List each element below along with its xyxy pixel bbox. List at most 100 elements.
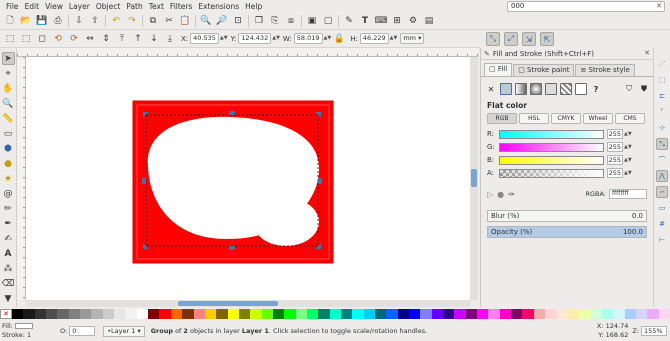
swatch-icon[interactable] [575, 83, 587, 95]
paste-icon[interactable]: 📋 [178, 14, 192, 28]
palette-swatch[interactable] [533, 309, 546, 319]
channel-r-spinner[interactable]: ▲▼ [624, 131, 632, 137]
no-paint-icon[interactable]: ✕ [485, 83, 497, 95]
palette-swatch[interactable] [216, 309, 228, 319]
palette-swatch[interactable] [306, 309, 319, 319]
palette-swatch[interactable] [613, 309, 625, 319]
palette-swatch[interactable] [148, 309, 160, 319]
copy-icon[interactable]: ⧉ [146, 14, 160, 28]
zoom-input[interactable]: 155% [641, 326, 667, 336]
clone-icon[interactable]: ⎘ [268, 14, 282, 28]
palette-swatch[interactable] [511, 309, 523, 319]
snap-guide-icon[interactable]: ⊢ [656, 234, 668, 246]
palette-swatch[interactable] [159, 309, 171, 319]
palette-swatch[interactable] [125, 309, 137, 319]
palette-swatch[interactable] [295, 309, 307, 319]
palette-swatch[interactable] [68, 309, 81, 319]
palette-swatch[interactable] [375, 309, 387, 319]
align-icon[interactable]: ⊞ [390, 14, 404, 28]
snap-bbox-corner-icon[interactable]: ⌜ [656, 106, 668, 118]
menu-extensions[interactable]: Extensions [195, 0, 242, 13]
palette-swatch[interactable] [567, 309, 580, 319]
opacity-status-input[interactable]: 0 [69, 326, 96, 336]
snap-enable-icon[interactable]: ⋰ [656, 58, 668, 70]
palette-swatch[interactable] [579, 309, 591, 319]
new-document-icon[interactable]: 🗋 [3, 14, 17, 28]
vertical-scrollbar[interactable] [470, 57, 478, 300]
palette-swatch[interactable] [80, 309, 92, 319]
palette-swatch[interactable] [545, 309, 557, 319]
menu-path[interactable]: Path [123, 0, 145, 13]
snap-bbox-edge-icon[interactable]: ⊏ [656, 90, 668, 102]
snap-nodes-icon[interactable]: ⤡ [656, 138, 668, 150]
blur-slider[interactable]: Blur (%) 0.0 [487, 210, 647, 222]
palette-swatch[interactable] [431, 309, 444, 319]
zoom-page-icon[interactable]: ⊡ [231, 14, 245, 28]
scale-stroke-icon[interactable]: ⤡ [486, 32, 500, 46]
menu-edit[interactable]: Edit [22, 0, 43, 13]
palette-swatch[interactable] [443, 309, 455, 319]
flat-color-icon[interactable] [500, 83, 512, 95]
palette-swatch[interactable] [488, 309, 500, 319]
bucket-tool-icon[interactable]: ▼ [2, 292, 15, 305]
opacity-slider[interactable]: Opacity (%) 100.0 [487, 226, 647, 238]
channel-a-slider[interactable] [499, 168, 604, 178]
zoom-drawing-icon[interactable]: 🔎 [215, 14, 229, 28]
flip-horizontal-icon[interactable]: ⇔ [83, 32, 97, 46]
palette-none-swatch[interactable]: ✕ [0, 309, 12, 319]
palette-swatch[interactable] [204, 309, 217, 319]
palette-swatch[interactable] [499, 309, 512, 319]
palette-swatch[interactable] [136, 309, 149, 319]
rotate-cw-icon[interactable]: ⟳ [67, 32, 81, 46]
channel-a-input[interactable]: 255 [607, 168, 623, 178]
mode-wheel[interactable]: Wheel [583, 113, 613, 124]
y-input[interactable]: 124.432 [238, 33, 272, 44]
palette-swatch[interactable] [284, 309, 296, 319]
pen-tool-icon[interactable]: ✒ [2, 217, 15, 230]
handle-bottom[interactable] [229, 246, 235, 250]
channel-a-spinner[interactable]: ▲▼ [624, 170, 632, 176]
palette-swatch[interactable] [57, 309, 69, 319]
palette-swatch[interactable] [91, 309, 103, 319]
search-input[interactable]: 000 ✕ [507, 1, 665, 12]
menu-layer[interactable]: Layer [66, 0, 93, 13]
duplicate-icon[interactable]: ❐ [252, 14, 266, 28]
raise-top-icon[interactable]: ⤒ [115, 32, 129, 46]
mode-cms[interactable]: CMS [615, 113, 645, 124]
palette-swatch[interactable] [635, 309, 648, 319]
fill-rule-nonzero-icon[interactable]: ⛊ [638, 83, 650, 95]
palette-swatch[interactable] [409, 309, 421, 319]
stroke-width[interactable]: 1 [27, 331, 31, 339]
palette-swatch[interactable] [193, 309, 205, 319]
zoom-selection-icon[interactable]: 🔍 [199, 14, 213, 28]
zoom-tool-icon[interactable]: 🔍 [2, 97, 15, 110]
palette-swatch[interactable] [46, 309, 58, 319]
fill-swatch[interactable] [14, 323, 33, 329]
h-spinner[interactable]: ▲▼ [390, 36, 398, 41]
eraser-tool-icon[interactable]: ⌫ [2, 277, 15, 290]
palette-swatch[interactable] [477, 309, 489, 319]
print-icon[interactable]: ⎙ [51, 14, 65, 28]
tab-stroke-paint[interactable]: ▢ Stroke paint [513, 64, 575, 76]
cut-icon[interactable]: ✂ [162, 14, 176, 28]
tab-fill[interactable]: ▢ Fill [484, 63, 513, 76]
channel-r-input[interactable]: 255 [607, 129, 623, 139]
y-spinner[interactable]: ▲▼ [272, 36, 280, 41]
w-spinner[interactable]: ▲▼ [324, 36, 332, 41]
spray-tool-icon[interactable]: ⁂ [2, 262, 15, 275]
palette-swatch[interactable] [250, 309, 262, 319]
channel-b-slider[interactable] [499, 155, 604, 165]
lower-icon[interactable]: ↓ [147, 32, 161, 46]
palette-swatch[interactable] [658, 309, 670, 319]
palette-swatch[interactable] [647, 309, 659, 319]
menu-view[interactable]: View [42, 0, 66, 13]
snap-cusp-icon[interactable]: ⋀ [656, 170, 668, 182]
canvas[interactable] [26, 57, 470, 300]
raise-icon[interactable]: ↑ [131, 32, 145, 46]
lock-ratio-icon[interactable]: 🔒 [332, 32, 346, 46]
palette-swatch[interactable] [590, 309, 602, 319]
palette-swatch[interactable] [601, 309, 614, 319]
mode-hsl[interactable]: HSL [519, 113, 549, 124]
handle-right[interactable] [318, 178, 322, 184]
palette-swatch[interactable] [556, 309, 568, 319]
